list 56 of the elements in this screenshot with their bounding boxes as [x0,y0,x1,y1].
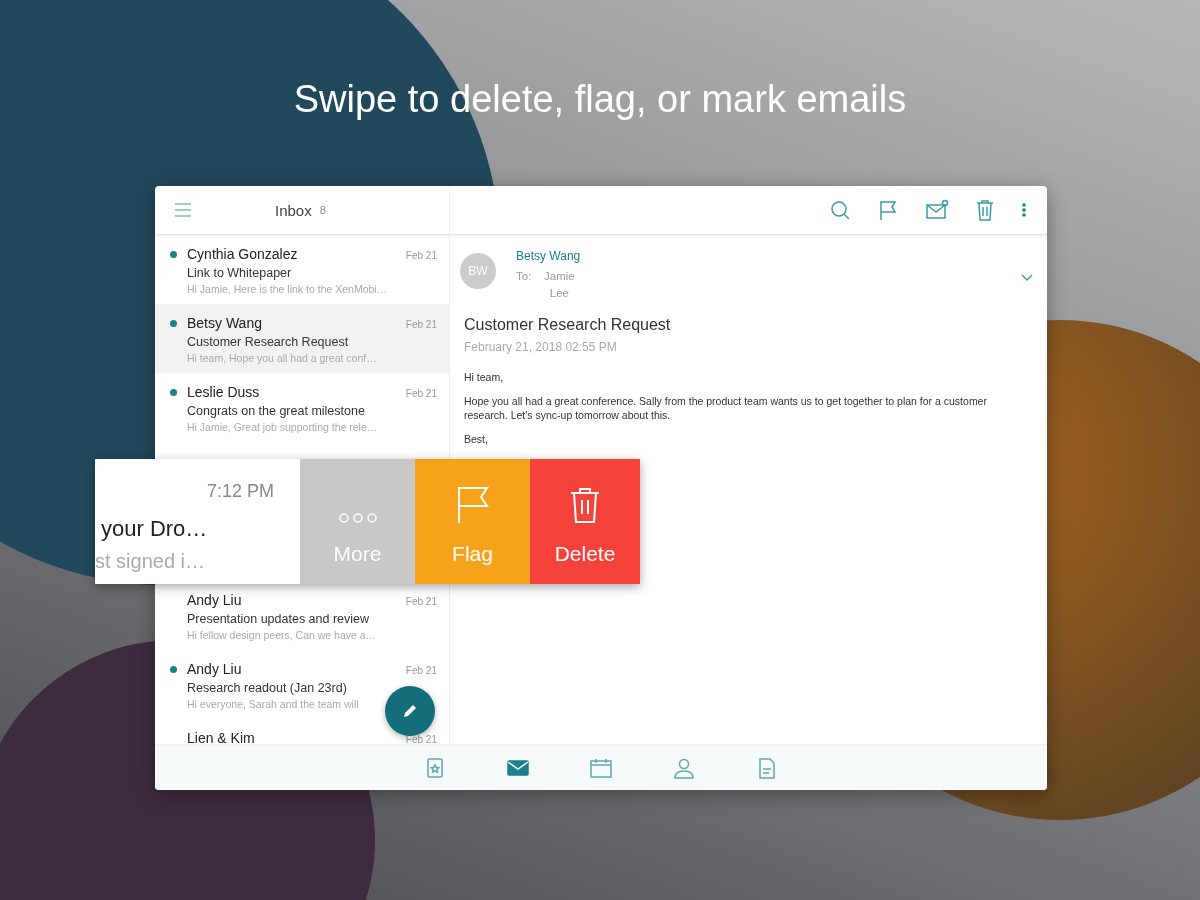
sender-name: Andy Liu [187,661,242,677]
message-subject: Presentation updates and review [187,612,371,626]
message-subject: Customer Research Request [187,335,350,349]
flag-icon[interactable] [877,199,899,221]
message-date: Feb 21 [405,250,437,261]
unread-count: 8 [319,204,326,216]
message-preview: Hi fellow design peers, Can we have a… [187,629,378,641]
trash-icon [569,486,601,524]
message-subject: Congrats on the great milestone [187,404,366,418]
message-subject: Research readout (Jan 23rd) [187,681,348,695]
swiped-message[interactable]: 7:12 PM your Dro… st signed i… [95,459,300,584]
envelope-icon[interactable] [925,199,949,221]
message-row[interactable]: Betsy Wang Feb 21 Customer Research Request Hi team, Hope you all had a great conf… [155,304,449,373]
message-row[interactable]: Andy Liu Feb 21 Presentation updates and review Hi fellow design peers, Can we have a… [155,581,449,650]
to-label: To: [516,269,532,284]
ellipsis-icon [336,512,379,524]
person-icon [672,756,696,779]
message-date: Feb 21 [405,596,437,607]
message-date: Feb 21 [405,734,437,744]
sender-name: Leslie Duss [187,384,260,400]
message-preview: Hi Jamie, Great job supporting the rele… [187,421,379,433]
message-preview: Hi Jamie, Here is the link to the XenMobi… [187,283,389,295]
sender-name: Betsy Wang [187,315,262,331]
email-paragraph: Hope you all had a great conference. Sally from the product team wants us to get together to plan for a customer research. Let's sync-up tomorrow about this. [464,394,988,422]
search-icon[interactable] [829,199,851,221]
message-time: 7:12 PM [206,481,274,502]
more-icon[interactable] [1021,202,1027,218]
message-preview: st signed i… [95,550,206,573]
email-paragraph: Hi team, [464,370,505,384]
message-date: Feb 21 [405,665,437,676]
email-date: February 21, 2018 02:55 PM [464,340,618,354]
trash-icon[interactable] [975,199,995,221]
pencil-icon [401,702,419,720]
message-row[interactable]: Lien & Kim Feb 21 [155,719,449,744]
inbox-title: Inbox [275,201,312,219]
message-date: Feb 21 [405,388,437,399]
chevron-icon[interactable] [1021,274,1033,282]
message-row[interactable]: Leslie Duss Feb 21 Congrats on the great milestone Hi Jamie, Great job supporting the rele… [155,373,449,442]
delete-action-button[interactable]: Delete [530,459,640,584]
compose-button[interactable] [385,686,435,736]
message-preview: Hi everyone, Sarah and the team will [187,698,360,710]
calendar-icon [589,756,613,779]
email-paragraph: Best, [464,432,489,446]
message-row[interactable]: Cynthia Gonzalez Feb 21 Link to Whitepaper Hi Jamie, Here is the link to the XenMobi… [155,235,449,304]
sender-name: Lien & Kim [187,730,255,744]
message-preview: Hi team, Hope you all had a great conf… [187,352,378,364]
message-subject: Link to Whitepaper [187,266,293,280]
menu-icon[interactable] [175,203,191,217]
recipient-name: Jamie Lee [543,269,576,301]
email-subject: Customer Research Request [464,316,672,334]
sender-name: Cynthia Gonzalez [187,246,298,262]
message-row[interactable]: Andy Liu Feb 21 Research readout (Jan 23rd) Hi everyone, Sarah and the team will [155,650,449,719]
message-date: Feb 21 [405,319,437,330]
sender-name[interactable]: Betsy Wang [516,249,581,263]
message-subject: your Dro… [101,516,208,542]
sender-name: Andy Liu [187,592,242,608]
